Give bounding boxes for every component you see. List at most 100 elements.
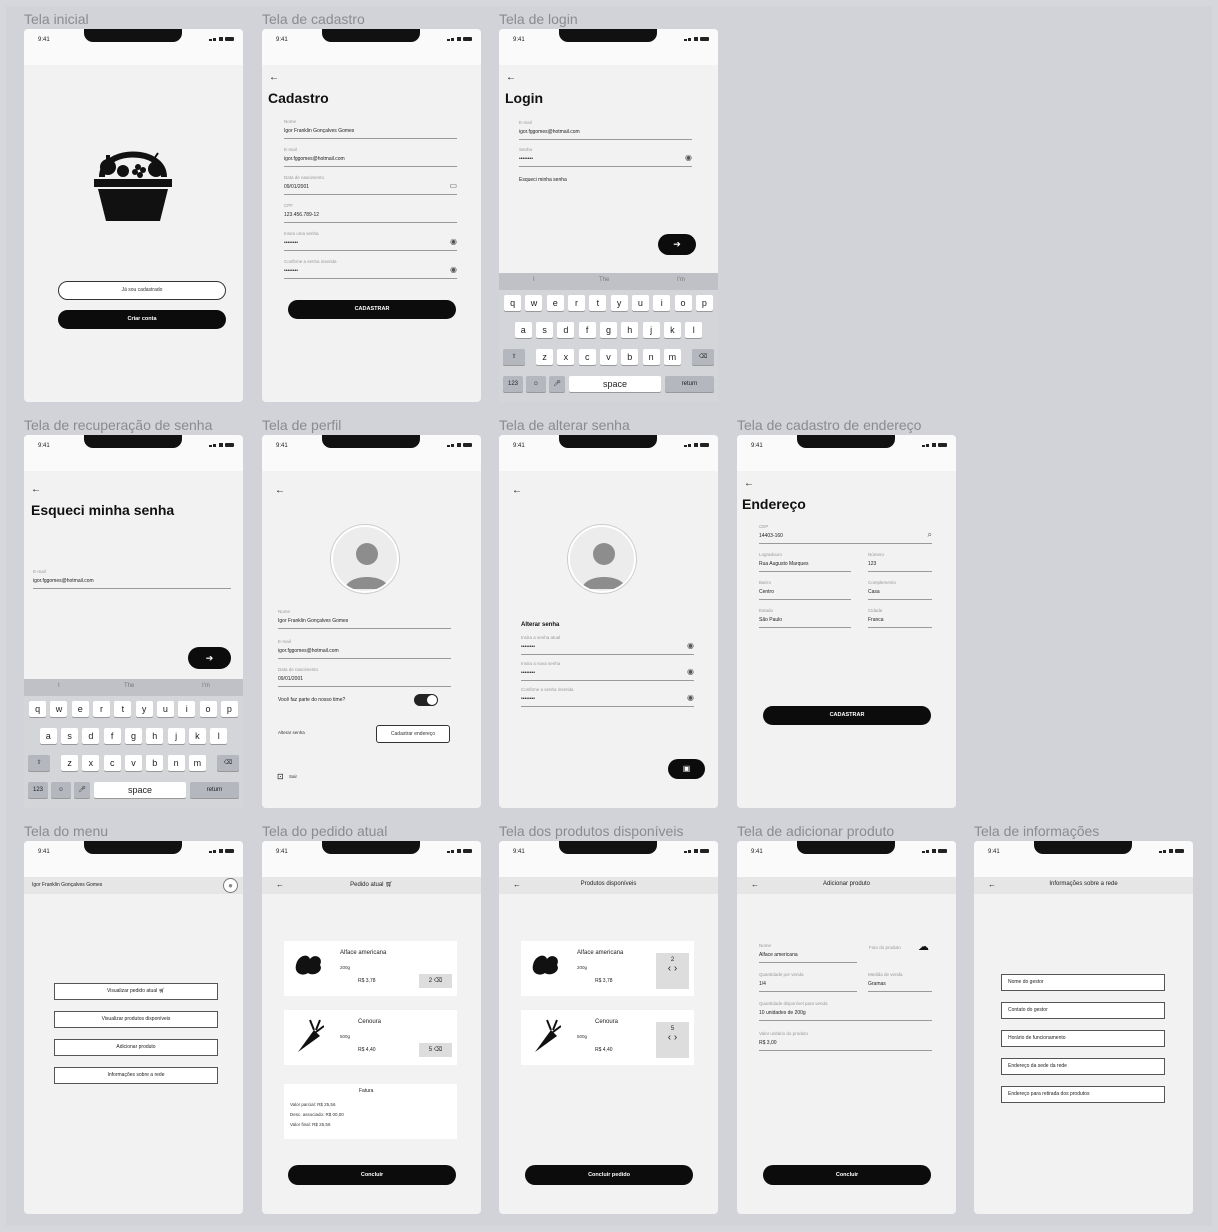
info-item-manager-contact[interactable]: Contato do gestor [1001,1002,1165,1019]
info-item-opening-hours[interactable]: Horário de funcionamento [1001,1030,1165,1047]
key-d[interactable]: d [82,728,100,744]
key-m[interactable]: m [663,349,681,365]
key-c[interactable]: c [578,349,596,365]
create-account-button[interactable]: Criar conta [58,310,226,329]
birthdate-field[interactable]: Data de nascimento 09/01/2001 ▭ [284,175,457,195]
key-c[interactable]: c [103,755,121,771]
key-g[interactable]: g [600,322,617,338]
quantity-stepper[interactable]: 5 ⌫ [419,1043,452,1057]
number-field[interactable]: Número 123 [868,552,932,572]
key-t[interactable]: t [589,295,607,311]
password-field[interactable]: Insira uma senha •••••••• ◉ [284,231,457,251]
key-z[interactable]: z [61,755,79,771]
key-s[interactable]: s [536,322,554,338]
back-arrow-icon[interactable]: ← [744,478,754,489]
suggestion-item[interactable]: The [124,683,134,689]
key-w[interactable]: w [525,295,543,311]
key-z[interactable]: z [536,349,554,365]
email-field[interactable]: E-mail igor.fggomes@hotmail.com [278,639,451,659]
key-a[interactable]: a [39,728,57,744]
cep-field[interactable]: CEP 14403-160 ⌕ [759,524,932,544]
numbers-key[interactable]: 123 [28,782,48,798]
key-w[interactable]: w [50,701,68,717]
menu-item-network-info[interactable]: Informações sobre a rede [54,1067,218,1084]
new-password-field[interactable]: Insira a nova senha •••••••• ◉ [521,661,694,681]
profile-avatar-icon[interactable]: ● [223,878,238,893]
key-q[interactable]: q [29,701,47,717]
chevrons-left-right-icon[interactable]: ‹ › [656,963,689,974]
key-k[interactable]: k [663,322,681,338]
avatar[interactable] [331,525,399,593]
next-arrow-button[interactable]: ➔ [188,647,231,669]
key-q[interactable]: q [504,295,522,311]
register-button[interactable]: CADASTRAR [288,300,456,319]
logout-link[interactable]: Sair [289,774,297,779]
key-f[interactable]: f [103,728,121,744]
shift-key-icon[interactable]: ⇧ [503,349,525,365]
suggestion-item[interactable]: I [533,277,535,283]
name-field[interactable]: Nome Igor Franklin Gonçalves Gomes [284,119,457,139]
complement-field[interactable]: Complemento Casa [868,580,932,600]
eye-icon[interactable]: ◉ [450,265,457,274]
menu-item-available-products[interactable]: Visualizar produtos disponíveis [54,1011,218,1028]
menu-item-current-order[interactable]: Visualizar pedido atual 🛒︎ [54,983,218,1000]
next-arrow-button[interactable]: ➔ [658,234,696,255]
key-v[interactable]: v [600,349,617,365]
change-password-link[interactable]: Alterar senha [278,730,305,735]
key-g[interactable]: g [125,728,142,744]
key-t[interactable]: t [114,701,132,717]
key-d[interactable]: d [557,322,575,338]
unit-price-field[interactable]: Valor unitário do produto R$ 3,00 [759,1031,932,1051]
state-field[interactable]: Estado São Paulo [759,608,851,628]
suggestion-item[interactable]: I'm [202,683,210,689]
key-o[interactable]: o [199,701,217,717]
save-button[interactable]: ▣ [668,759,705,779]
upload-cloud-icon[interactable]: ☁ [918,940,929,953]
key-m[interactable]: m [188,755,206,771]
key-f[interactable]: f [578,322,596,338]
suggestion-item[interactable]: The [599,277,609,283]
suggestion-item[interactable]: I [58,683,60,689]
return-key[interactable]: return [665,376,714,392]
logout-icon[interactable]: ⊡ [277,772,284,781]
password-field[interactable]: Senha •••••••• ◉ [519,147,692,167]
delete-icon[interactable]: ⌫ [434,1047,442,1053]
numbers-key[interactable]: 123 [503,376,523,392]
microphone-key-icon[interactable]: 🎤︎ [74,782,90,798]
emoji-key-icon[interactable]: ☺ [526,376,546,392]
product-name-field[interactable]: Nome Alface americana [759,943,857,963]
finish-button[interactable]: Concluir [288,1165,456,1185]
key-j[interactable]: j [167,728,185,744]
finish-button[interactable]: Concluir [763,1165,931,1185]
register-address-button[interactable]: Cadastrar endereço [376,725,450,743]
key-y[interactable]: y [135,701,153,717]
key-e[interactable]: e [546,295,564,311]
eye-icon[interactable]: ◉ [450,237,457,246]
space-key[interactable]: space [94,782,186,798]
birthdate-field[interactable]: Data de nascimento 09/01/2001 [278,667,451,687]
key-r[interactable]: r [568,295,586,311]
backspace-key-icon[interactable]: ⌫ [217,755,239,771]
available-quantity-field[interactable]: Quantidade disponível para venda 10 unida… [759,1001,932,1021]
eye-icon[interactable]: ◉ [687,641,694,650]
quantity-stepper[interactable]: 2 ⌫ [419,974,452,988]
quantity-stepper[interactable]: 5 ‹ › [656,1022,689,1058]
district-field[interactable]: Bairro Centro [759,580,851,600]
key-p[interactable]: p [220,701,238,717]
key-j[interactable]: j [642,322,660,338]
key-n[interactable]: n [167,755,185,771]
microphone-key-icon[interactable]: 🎤︎ [549,376,565,392]
email-field[interactable]: E-mail igor.fggomes@hotmail.com [33,569,231,589]
key-u[interactable]: u [631,295,649,311]
key-b[interactable]: b [146,755,164,771]
sale-unit-field[interactable]: Medida de venda Gramas [868,972,932,992]
key-s[interactable]: s [61,728,79,744]
delete-icon[interactable]: ⌫ [434,978,442,984]
search-icon[interactable]: ⌕ [928,530,932,540]
key-r[interactable]: r [93,701,111,717]
email-field[interactable]: E-mail igor.fggomes@hotmail.com [519,120,692,140]
menu-item-add-product[interactable]: Adicionar produto [54,1039,218,1056]
quantity-per-sale-field[interactable]: Quantidade por venda 1/4 [759,972,857,992]
back-arrow-icon[interactable]: ← [506,72,516,83]
key-u[interactable]: u [156,701,174,717]
